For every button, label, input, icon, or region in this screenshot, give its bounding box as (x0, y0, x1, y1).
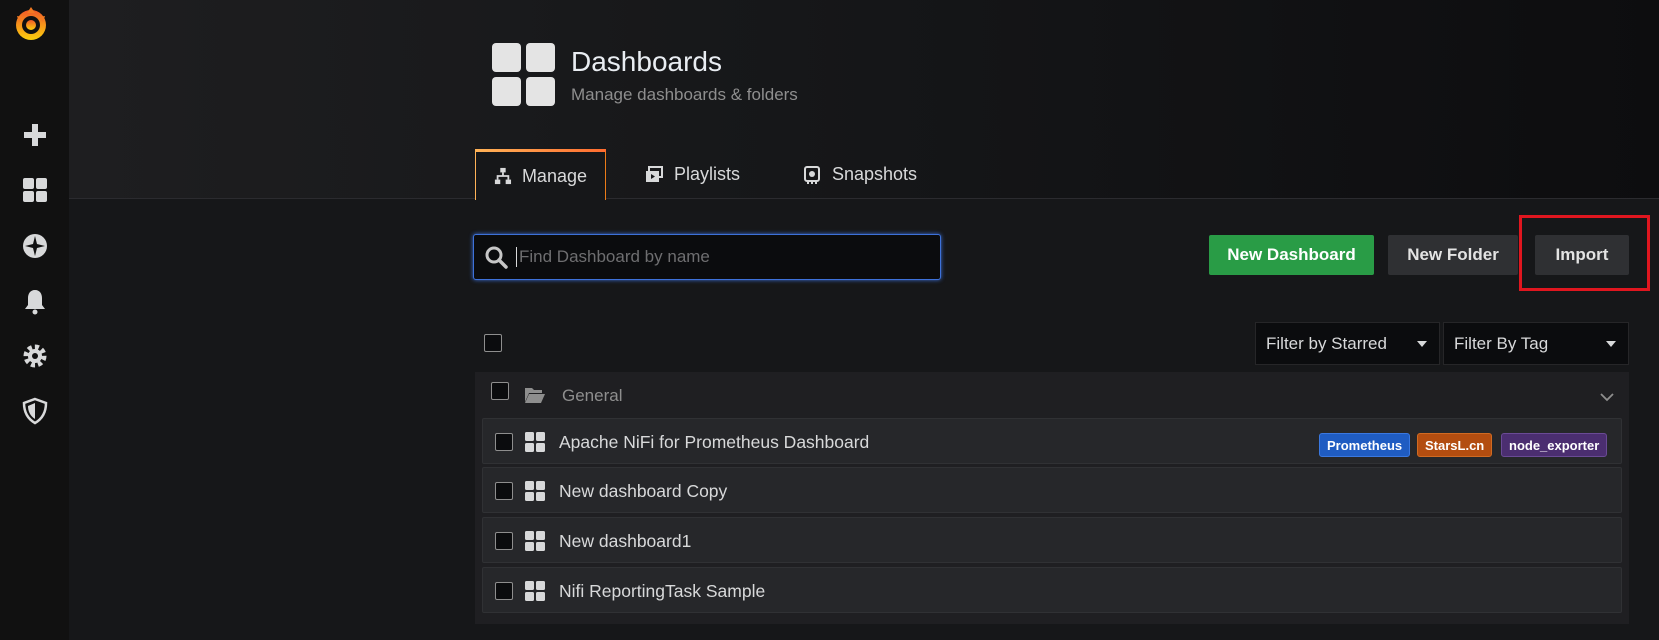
filter-tag-label: Filter By Tag (1454, 333, 1549, 353)
snapshot-icon (804, 165, 820, 184)
chevron-down-icon[interactable] (1600, 392, 1614, 402)
caret-down-icon (1417, 341, 1427, 347)
tab-manage[interactable]: Manage (475, 149, 606, 200)
search-icon (485, 246, 508, 269)
dashboard-grid-icon (525, 581, 545, 601)
tab-label: Snapshots (832, 164, 918, 184)
sitemap-icon (494, 167, 512, 185)
caret-down-icon (1606, 341, 1616, 347)
shield-icon[interactable] (0, 391, 69, 431)
playlist-icon (646, 165, 663, 182)
tab-label: Manage (521, 165, 587, 186)
dashboard-title[interactable]: Apache NiFi for Prometheus Dashboard (559, 432, 869, 453)
tab-snapshots[interactable]: Snapshots (784, 149, 935, 200)
select-all-checkbox[interactable] (484, 334, 502, 352)
filter-starred-label: Filter by Starred (1266, 333, 1387, 353)
page-subtitle: Manage dashboards & folders (571, 85, 798, 104)
dashboard-grid-icon (525, 531, 545, 551)
plus-icon[interactable] (0, 115, 69, 155)
folder-open-icon (525, 388, 545, 403)
dashboard-title[interactable]: New dashboard Copy (559, 481, 727, 502)
highlight-annotation-box (1519, 215, 1650, 291)
search-box[interactable] (473, 234, 941, 280)
grafana-logo-icon[interactable] (11, 4, 51, 44)
bell-icon[interactable] (0, 281, 69, 321)
tag-starsl[interactable]: StarsL.cn (1417, 433, 1493, 457)
row-checkbox[interactable] (495, 482, 513, 500)
tab-label: Playlists (674, 164, 741, 184)
folder-name[interactable]: General (562, 386, 622, 406)
dashboard-row[interactable]: New dashboard1 (482, 517, 1622, 563)
dashboards-page-icon (492, 43, 555, 106)
new-dashboard-button[interactable]: New Dashboard (1209, 235, 1374, 275)
tag-prometheus[interactable]: Prometheus (1319, 433, 1411, 457)
gear-icon[interactable] (0, 336, 69, 376)
dashboard-title[interactable]: Nifi ReportingTask Sample (559, 581, 765, 602)
filter-tag-select[interactable]: Filter By Tag (1443, 322, 1629, 365)
search-input[interactable] (516, 247, 916, 267)
dashboard-row[interactable]: New dashboard Copy (482, 467, 1622, 513)
dashboard-grid-icon (525, 432, 545, 452)
sidebar (0, 0, 69, 640)
new-folder-button[interactable]: New Folder (1388, 235, 1518, 275)
dashboard-row[interactable]: Apache NiFi for Prometheus Dashboard Pro… (482, 418, 1622, 464)
filter-starred-select[interactable]: Filter by Starred (1255, 322, 1440, 365)
dashboard-row[interactable]: Nifi ReportingTask Sample (482, 567, 1622, 613)
dashboard-grid-icon (525, 481, 545, 501)
explore-compass-icon[interactable] (0, 226, 69, 266)
tab-playlists[interactable]: Playlists (626, 149, 758, 200)
dashboards-icon[interactable] (0, 170, 69, 210)
row-checkbox[interactable] (495, 433, 513, 451)
tag-node-exporter[interactable]: node_exporter (1501, 433, 1608, 457)
page-title: Dashboards (571, 46, 722, 77)
row-checkbox[interactable] (495, 532, 513, 550)
folder-checkbox[interactable] (491, 382, 509, 400)
dashboard-title[interactable]: New dashboard1 (559, 531, 691, 552)
row-checkbox[interactable] (495, 582, 513, 600)
